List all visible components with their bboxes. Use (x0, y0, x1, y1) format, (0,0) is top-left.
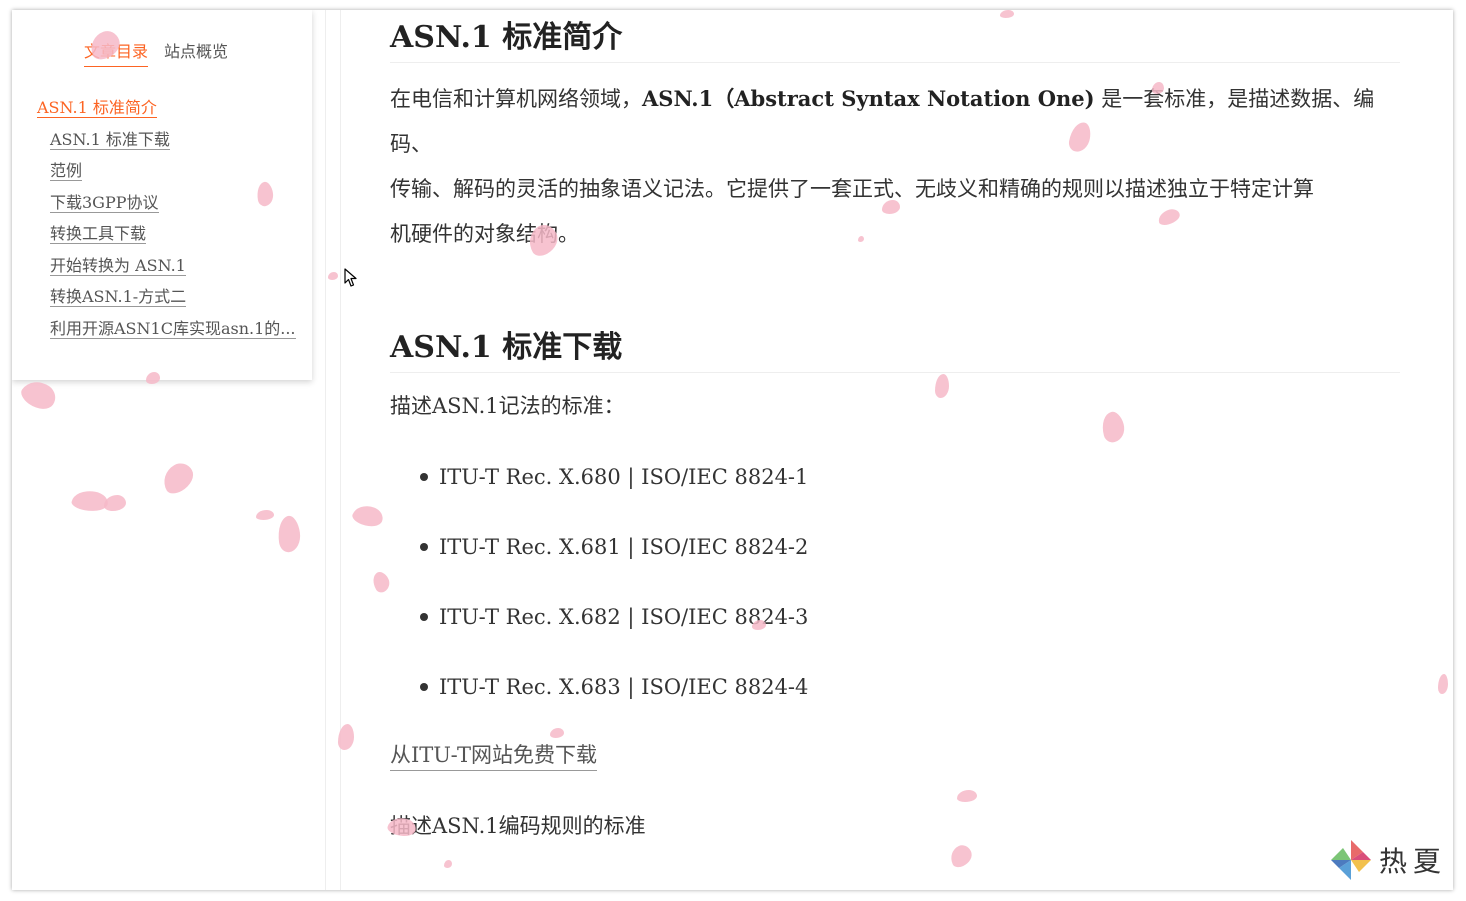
petal-decoration (935, 374, 949, 398)
petal-decoration (1438, 674, 1448, 694)
toc-item-tool-download: 转换工具下载 (37, 223, 296, 255)
toc-item-start-convert: 开始转换为 ASN.1 (37, 255, 296, 287)
toc-item-asn1-intro: ASN.1 标准简介 (37, 97, 296, 129)
standards-list: ITU-T Rec. X.680 | ISO/IEC 8824-1 ITU-T … (390, 455, 808, 735)
sidebar: 文章目录 站点概览 ASN.1 标准简介 ASN.1 标准下载 范例 下载3GP… (12, 10, 312, 380)
table-of-contents: ASN.1 标准简介 ASN.1 标准下载 范例 下载3GPP协议 转换工具下载… (37, 97, 296, 349)
toc-link[interactable]: 下载3GPP协议 (50, 192, 159, 213)
toc-link[interactable]: ASN.1 标准下载 (50, 129, 170, 150)
toc-item-3gpp: 下载3GPP协议 (37, 192, 296, 224)
bullet-icon (420, 613, 428, 621)
tab-toc[interactable]: 文章目录 (84, 38, 149, 67)
standard-label: ITU-T Rec. X.680 | ISO/IEC 8824-1 (439, 465, 809, 489)
petal-decoration (350, 501, 386, 531)
intro-bold-term: ASN.1（Abstract Syntax Notation One) (642, 86, 1095, 111)
petal-decoration (17, 374, 61, 416)
watermark: 热夏 (1329, 838, 1447, 882)
toc-link[interactable]: ASN.1 标准简介 (37, 98, 157, 118)
petal-decoration (444, 860, 452, 868)
intro-line3: 机硬件的对象结构。 (390, 222, 579, 246)
tab-site-overview[interactable]: 站点概览 (164, 38, 228, 67)
sidebar-tabs: 文章目录 站点概览 (84, 38, 228, 67)
toc-item-example: 范例 (37, 160, 296, 192)
section-heading-asn1-download: ASN.1 标准下载 (390, 322, 1400, 373)
watermark-text: 热夏 (1378, 845, 1447, 878)
petal-decoration (946, 842, 976, 870)
toc-item-asn1-download: ASN.1 标准下载 (37, 129, 296, 161)
toc-link[interactable]: 转换工具下载 (50, 224, 147, 244)
bullet-icon (420, 473, 428, 481)
standard-label: ITU-T Rec. X.682 | ISO/IEC 8824-3 (439, 605, 809, 629)
bullet-icon (420, 543, 428, 551)
toc-link[interactable]: 转换ASN.1-方式二 (50, 287, 187, 307)
notation-standards-label: 描述ASN.1记法的标准： (390, 394, 625, 418)
list-item: ITU-T Rec. X.681 | ISO/IEC 8824-2 (390, 525, 808, 595)
itu-download-link[interactable]: 从ITU-T网站免费下载 (390, 740, 597, 771)
list-item: ITU-T Rec. X.680 | ISO/IEC 8824-1 (390, 455, 808, 525)
toc-link[interactable]: 利用开源ASN1C库实现asn.1的... (50, 318, 296, 339)
toc-item-asn1c: 利用开源ASN1C库实现asn.1的... (37, 318, 296, 350)
intro-prefix: 在电信和计算机网络领域， (390, 87, 642, 111)
mouse-pointer-icon (344, 268, 357, 287)
petal-decoration (1098, 409, 1128, 445)
encoding-standards-label: 描述ASN.1编码规则的标准 (390, 814, 646, 838)
toc-link[interactable]: 范例 (50, 161, 83, 181)
toc-item-convert-method2: 转换ASN.1-方式二 (37, 286, 296, 318)
petal-decoration (275, 514, 303, 554)
pinwheel-logo-icon (1330, 840, 1371, 880)
standard-label: ITU-T Rec. X.683 | ISO/IEC 8824-4 (439, 675, 809, 699)
petal-decoration (957, 790, 977, 802)
standard-label: ITU-T Rec. X.681 | ISO/IEC 8824-2 (439, 535, 809, 559)
petal-decoration (70, 488, 110, 514)
list-item: ITU-T Rec. X.682 | ISO/IEC 8824-3 (390, 595, 808, 665)
bullet-icon (420, 683, 428, 691)
petal-decoration (104, 495, 126, 511)
intro-line2: 传输、解码的灵活的抽象语义记法。它提供了一套正式、无歧义和精确的规则以描述独立于… (390, 177, 1314, 201)
toc-link[interactable]: 开始转换为 ASN.1 (50, 255, 186, 276)
petal-decoration (157, 458, 199, 498)
intro-paragraph: 在电信和计算机网络领域，ASN.1（Abstract Syntax Notati… (390, 76, 1400, 257)
browser-window: 文章目录 站点概览 ASN.1 标准简介 ASN.1 标准下载 范例 下载3GP… (12, 10, 1453, 890)
section-heading-asn1-intro: ASN.1 标准简介 (390, 12, 1400, 63)
list-item: ITU-T Rec. X.683 | ISO/IEC 8824-4 (390, 665, 808, 735)
petal-decoration (256, 510, 274, 520)
column-divider (325, 10, 341, 890)
